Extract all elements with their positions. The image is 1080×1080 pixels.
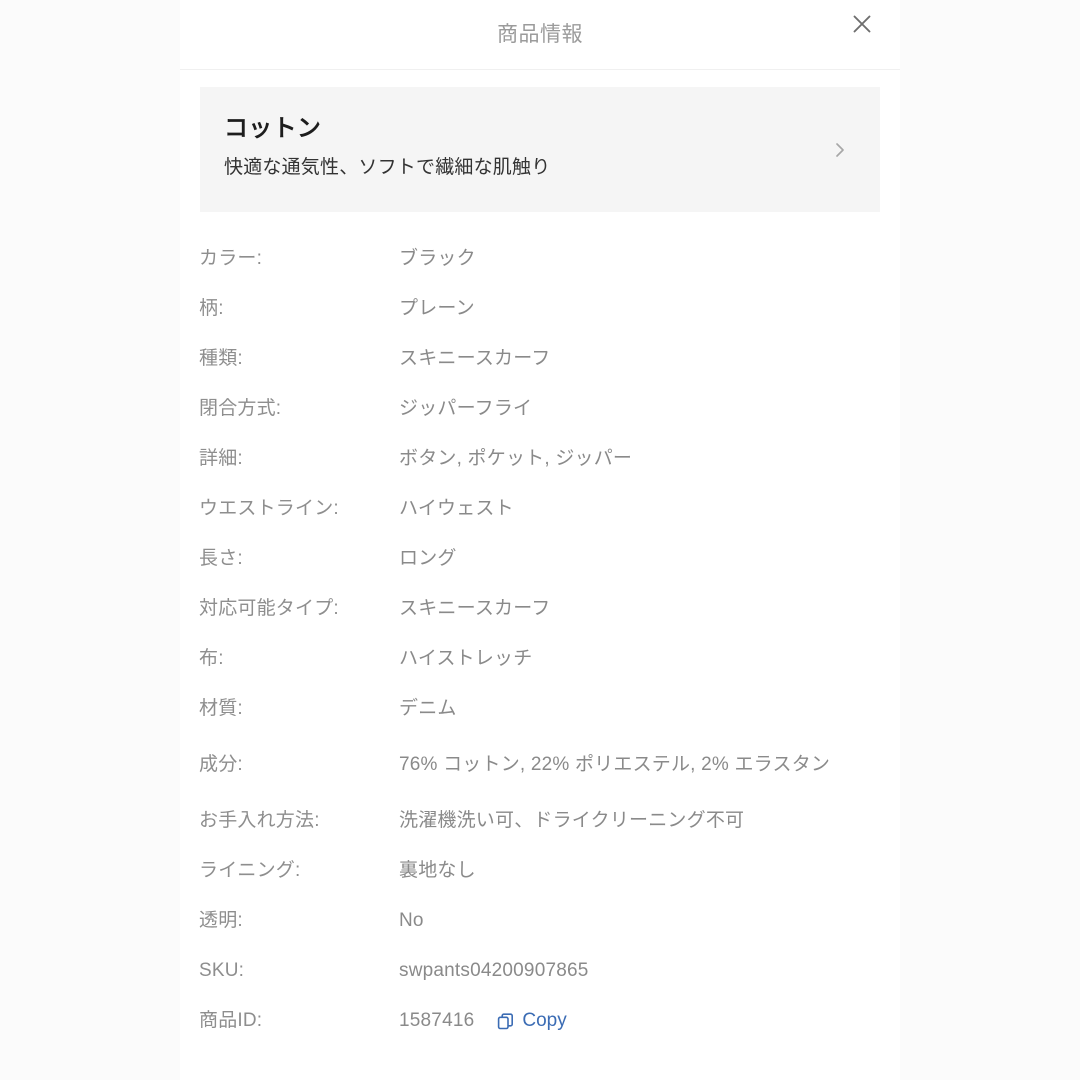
spec-row: カラー: ブラック xyxy=(199,234,880,284)
spec-label: 布: xyxy=(199,648,224,669)
spec-label: 商品ID: xyxy=(199,1010,263,1031)
spec-label: お手入れ方法: xyxy=(199,810,320,831)
spec-label: ライニング: xyxy=(199,860,301,881)
spec-label: 長さ: xyxy=(199,548,243,569)
spec-value: ブラック xyxy=(399,248,476,269)
modal-header: 商品情報 xyxy=(180,0,900,70)
spec-value-product-id: 1587416 Copy xyxy=(399,1007,869,1035)
material-description: 快適な通気性、ソフトで繊細な肌触り xyxy=(224,157,551,178)
spec-value: ジッパーフライ xyxy=(399,398,533,419)
spec-label: 成分: xyxy=(199,754,243,775)
spec-row: 対応可能タイプ: スキニースカーフ xyxy=(199,584,880,634)
spec-row: 透明: No xyxy=(199,896,880,946)
close-icon xyxy=(851,13,873,35)
spec-value: スキニースカーフ xyxy=(399,348,551,369)
spec-row: 閉合方式: ジッパーフライ xyxy=(199,384,880,434)
spec-value: デニム xyxy=(399,698,457,719)
spec-row: 長さ: ロング xyxy=(199,534,880,584)
spec-row: 詳細: ボタン, ポケット, ジッパー xyxy=(199,434,880,484)
spec-value: ロング xyxy=(399,548,457,569)
spec-value: ハイストレッチ xyxy=(399,648,533,669)
spec-label: 閉合方式: xyxy=(199,398,282,419)
spec-label: ウエストライン: xyxy=(199,498,339,519)
spec-row: お手入れ方法: 洗濯機洗い可、ドライクリーニング不可 xyxy=(199,796,880,846)
copy-button-label: Copy xyxy=(522,1010,567,1031)
spec-label: 対応可能タイプ: xyxy=(199,598,339,619)
spec-row: 柄: プレーン xyxy=(199,284,880,334)
spec-value: 76% コットン, 22% ポリエステル, 2% エラスタン xyxy=(399,754,831,775)
spec-row-product-id: 商品ID: 1587416 Copy xyxy=(199,996,880,1046)
spec-row: 材質: デニム xyxy=(199,684,880,734)
spec-value: 裏地なし xyxy=(399,860,476,881)
spec-row: ウエストライン: ハイウェスト xyxy=(199,484,880,534)
close-button[interactable] xyxy=(842,4,882,44)
spec-label: 材質: xyxy=(199,698,243,719)
spec-row-sku: SKU: swpants04200907865 xyxy=(199,946,880,996)
copy-icon xyxy=(496,1012,515,1031)
spec-row: 布: ハイストレッチ xyxy=(199,634,880,684)
copy-button[interactable]: Copy xyxy=(496,1007,567,1035)
material-name: コットン xyxy=(224,115,322,142)
spec-label: 種類: xyxy=(199,348,243,369)
spec-value-sku: swpants04200907865 xyxy=(399,960,589,981)
spec-row: 成分: 76% コットン, 22% ポリエステル, 2% エラスタン xyxy=(199,734,880,796)
spec-label: 透明: xyxy=(199,910,243,931)
spec-value: No xyxy=(399,910,424,931)
spec-label: SKU: xyxy=(199,960,245,981)
spec-value: スキニースカーフ xyxy=(399,598,551,619)
chevron-right-icon[interactable] xyxy=(828,138,852,162)
material-card[interactable]: コットン 快適な通気性、ソフトで繊細な肌触り xyxy=(200,87,880,212)
spec-value: 洗濯機洗い可、ドライクリーニング不可 xyxy=(399,810,745,831)
spec-value: ハイウェスト xyxy=(399,498,514,519)
spec-value: ボタン, ポケット, ジッパー xyxy=(399,448,633,469)
spec-label: 柄: xyxy=(199,298,224,319)
spec-list: カラー: ブラック 柄: プレーン 種類: スキニースカーフ 閉合方式: ジッパ… xyxy=(180,234,900,1046)
spec-label: カラー: xyxy=(199,248,263,269)
spec-row: 種類: スキニースカーフ xyxy=(199,334,880,384)
product-info-modal: 商品情報 コットン 快適な通気性、ソフトで繊細な肌触り カラー: ブラック 柄:… xyxy=(180,0,900,1080)
spec-value: プレーン xyxy=(399,298,475,319)
spec-row: ライニング: 裏地なし xyxy=(199,846,880,896)
product-id-value: 1587416 xyxy=(399,1010,475,1031)
page-title: 商品情報 xyxy=(497,23,583,46)
spec-label: 詳細: xyxy=(199,448,243,469)
